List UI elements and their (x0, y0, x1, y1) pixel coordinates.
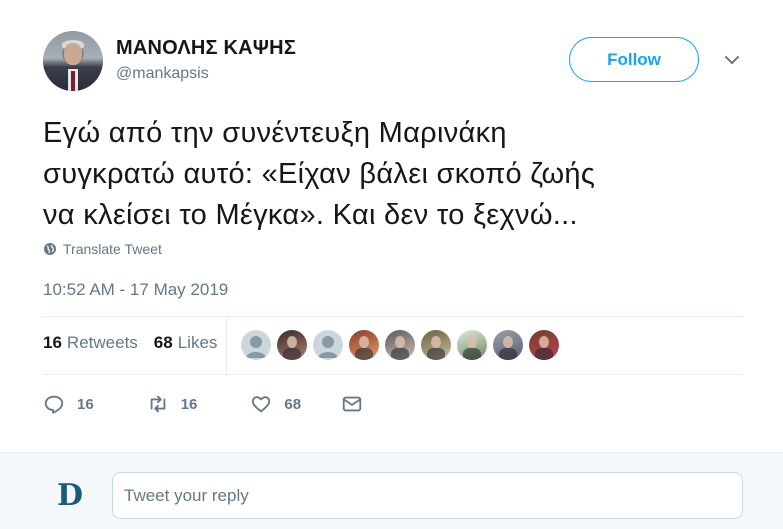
liker-avatar[interactable] (277, 330, 307, 360)
liker-avatar[interactable] (313, 330, 343, 360)
translate-label: Translate Tweet (63, 241, 162, 257)
likes-count: 68 (153, 333, 173, 352)
reply-count: 16 (77, 395, 94, 413)
liker-avatar[interactable] (241, 330, 271, 360)
liker-avatar[interactable] (421, 330, 451, 360)
likes-label: Likes (177, 333, 218, 352)
retweets-stat[interactable]: 16 Retweets (43, 333, 138, 353)
liker-avatar[interactable] (457, 330, 487, 360)
liker-avatar[interactable] (493, 330, 523, 360)
liker-avatars (241, 330, 565, 360)
divider (43, 316, 743, 317)
liker-avatar[interactable] (385, 330, 415, 360)
retweets-label: Retweets (66, 333, 138, 352)
tweet-text: Εγώ από την συνέντευξη Μαρινάκη συγκρατώ… (43, 113, 743, 236)
tweet-actions: 16 16 68 (43, 393, 363, 415)
retweets-count: 16 (43, 333, 62, 352)
follow-button[interactable]: Follow (569, 37, 699, 82)
retweet-action[interactable]: 16 (147, 393, 198, 415)
tweet-stats: 16 Retweets 68 Likes (43, 333, 233, 353)
tweet-text-line: Εγώ από την συνέντευξη Μαρινάκη (43, 117, 507, 149)
tweet-card: ΜΑΝΟΛΗΣ ΚΑΨΗΣ @mankapsis Follow Εγώ από … (0, 0, 783, 452)
chevron-down-icon[interactable] (724, 54, 740, 66)
tweet-text-line: συγκρατώ αυτό: «Είχαν βάλει σκοπό ζωής (43, 158, 596, 190)
reply-action[interactable]: 16 (43, 393, 94, 415)
tweet-text-line: να κλείσει το Μέγκα». Και δεν το ξεχνώ..… (43, 199, 578, 231)
author-name[interactable]: ΜΑΝΟΛΗΣ ΚΑΨΗΣ (116, 37, 296, 60)
author-handle[interactable]: @mankapsis (116, 65, 209, 83)
retweet-icon (150, 395, 166, 413)
reply-icon (44, 395, 64, 414)
heart-icon (252, 396, 271, 413)
envelope-icon (342, 396, 362, 412)
translate-tweet-link[interactable]: Translate Tweet (43, 241, 162, 257)
tweet-timestamp[interactable]: 10:52 AM - 17 May 2019 (43, 280, 228, 300)
liker-avatar[interactable] (529, 330, 559, 360)
likes-stat[interactable]: 68 Likes (154, 333, 218, 353)
reply-input[interactable] (112, 472, 743, 519)
globe-icon (44, 243, 56, 255)
retweet-count: 16 (180, 395, 198, 413)
direct-message-action[interactable] (341, 393, 363, 415)
divider (43, 374, 743, 375)
site-logo-icon: D (57, 478, 84, 513)
like-action[interactable]: 68 (250, 393, 301, 415)
like-count: 68 (284, 395, 302, 413)
stats-separator (226, 316, 227, 374)
liker-avatar[interactable] (349, 330, 379, 360)
author-avatar[interactable] (43, 31, 103, 91)
